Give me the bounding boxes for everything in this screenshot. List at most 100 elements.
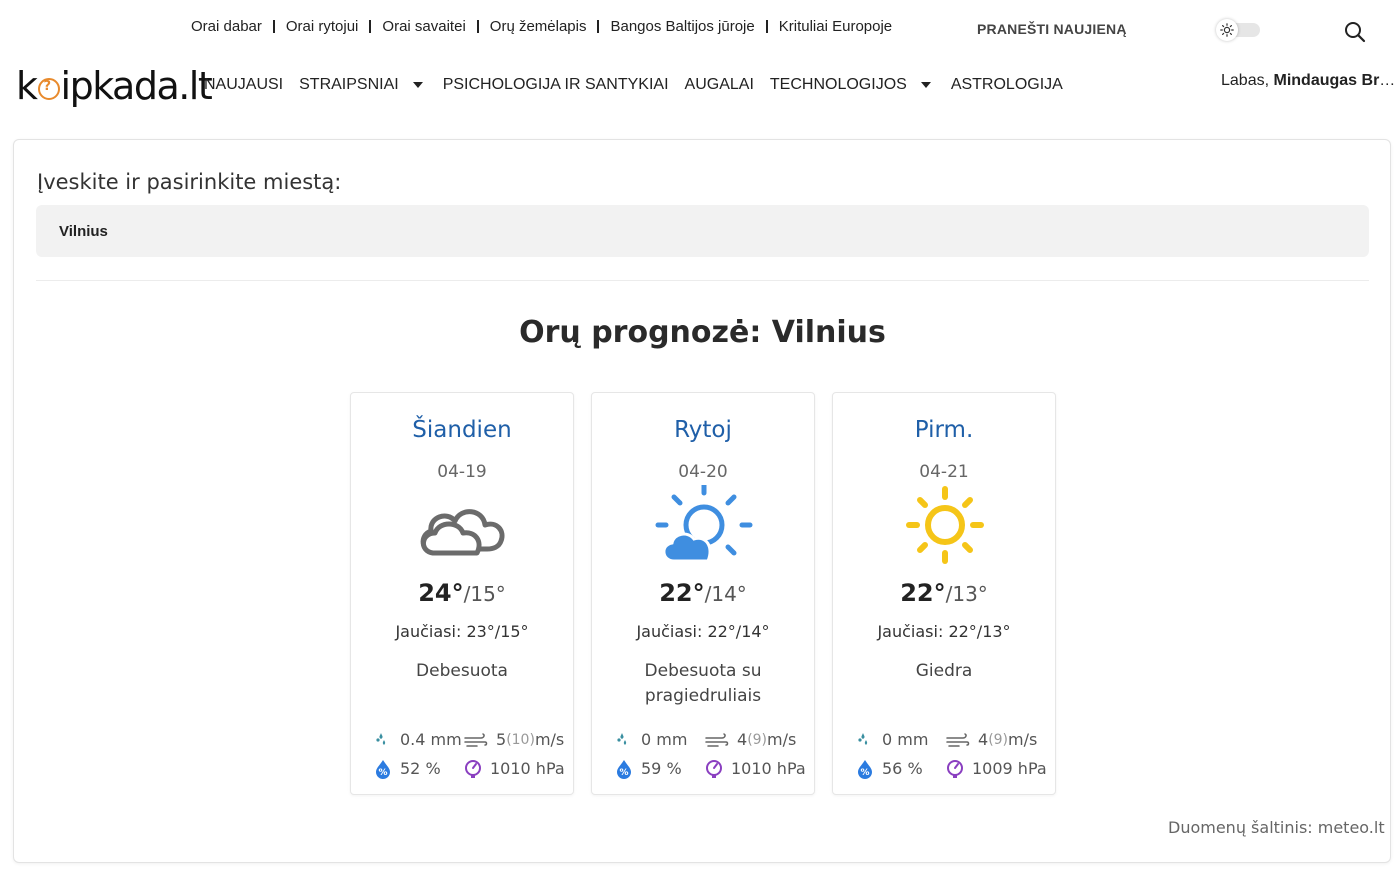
card-day: Rytoj: [674, 417, 732, 443]
nav-item-astrologija[interactable]: ASTROLOGIJA: [951, 76, 1063, 94]
feels-low: /14°: [735, 622, 770, 641]
site-logo[interactable]: k ipkada.lt: [16, 64, 213, 108]
temp-high: 22°: [900, 579, 946, 607]
feels-label: Jaučiasi:: [395, 622, 462, 641]
wind-gust: (9): [988, 731, 1009, 748]
card-stats: 0 mm 4 (9) m/s % 59 % 1010 hPa: [614, 725, 812, 783]
wind-icon: [704, 730, 730, 750]
greeting-prefix: Labas,: [1221, 72, 1270, 89]
nav-item-augalai[interactable]: AUGALAI: [685, 76, 754, 94]
humidity-value: 56 %: [882, 759, 923, 778]
feels-low: /13°: [976, 622, 1011, 641]
wind-unit: m/s: [1008, 730, 1038, 749]
nav-label: STRAIPSNIAI: [299, 76, 399, 93]
card-date: 04-20: [678, 462, 728, 482]
precipitation-icon: [855, 730, 875, 750]
feels-high: 22°: [707, 622, 736, 641]
top-link-orai-rytojui[interactable]: Orai rytojui: [286, 18, 359, 35]
top-link-krituliai[interactable]: Krituliai Europoje: [779, 18, 892, 35]
separator: [369, 20, 372, 33]
pressure-value: 1009 hPa: [972, 759, 1047, 778]
forecast-card-tomorrow: Rytoj 04-20 22°/14° Jaučiasi: 22°/14° De…: [591, 392, 815, 795]
humidity-icon: %: [855, 759, 875, 779]
wind-gust: (10): [506, 731, 535, 748]
feels-like: Jaučiasi: 22°/13°: [833, 622, 1055, 641]
nav-item-psichologija[interactable]: PSICHOLOGIJA IR SANTYKIAI: [443, 76, 669, 94]
forecast-card-today: Šiandien 04-19 24°/15° Jaučiasi: 23°/15°…: [350, 392, 574, 795]
pressure-value: 1010 hPa: [490, 759, 565, 778]
temp-high: 24°: [418, 579, 464, 607]
logo-text-end: ipkada.lt: [60, 64, 213, 108]
separator: [476, 20, 479, 33]
data-source: Duomenų šaltinis: meteo.lt: [1168, 818, 1385, 837]
feels-high: 23°: [466, 622, 495, 641]
temp-low: /15°: [463, 582, 506, 606]
temp-low: /13°: [945, 582, 988, 606]
card-condition: Debesuota: [416, 661, 508, 681]
humidity-value: 52 %: [400, 759, 441, 778]
card-temps: 24°/15°: [351, 579, 573, 607]
nav-label: ASTROLOGIJA: [950, 76, 1063, 93]
user-name: Mindaugas Bru...: [1273, 72, 1400, 89]
precip-value: 0 mm: [641, 730, 688, 749]
nav-item-naujausi[interactable]: NAUJAUSI: [204, 76, 283, 94]
top-links: Orai dabar Orai rytojui Orai savaitei Or…: [191, 18, 892, 35]
top-link-oru-zemelapis[interactable]: Orų žemėlapis: [490, 18, 587, 35]
forecast-card-monday: Pirm. 04-21 22°/13° Jaučiasi: 22°/13° Gi…: [832, 392, 1056, 795]
humidity-icon: %: [373, 759, 393, 779]
top-link-orai-dabar[interactable]: Orai dabar: [191, 18, 262, 35]
logo-mark-icon: [37, 78, 60, 100]
nav-label: PSICHOLOGIJA IR SANTYKIAI: [442, 76, 669, 93]
partly-sunny-icon: [654, 482, 754, 569]
wind-icon: [945, 730, 971, 750]
separator: [272, 20, 275, 33]
humidity-icon: %: [614, 759, 634, 779]
wind-gust: (9): [747, 731, 768, 748]
caret-down-icon: [920, 82, 931, 88]
top-link-orai-savaitei[interactable]: Orai savaitei: [382, 18, 465, 35]
divider: [36, 280, 1369, 281]
precip-value: 0.4 mm: [400, 730, 462, 749]
sun-icon: [895, 485, 995, 569]
card-condition: Giedra: [915, 661, 973, 681]
wind-icon: [463, 730, 489, 750]
search-icon[interactable]: [1343, 20, 1367, 44]
city-input[interactable]: [36, 205, 1369, 257]
nav-item-straipsniai[interactable]: STRAIPSNIAI: [299, 76, 427, 94]
feels-high: 22°: [948, 622, 977, 641]
card-stats: 0.4 mm 5 (10) m/s % 52 % 1010 hPa: [373, 725, 571, 783]
pressure-value: 1010 hPa: [731, 759, 806, 778]
pressure-icon: [463, 759, 483, 779]
feels-low: /15°: [494, 622, 529, 641]
wind-unit: m/s: [767, 730, 797, 749]
user-greeting[interactable]: Labas, Mindaugas Bru...: [1221, 72, 1400, 90]
sun-icon: [1216, 19, 1238, 41]
humidity-value: 59 %: [641, 759, 682, 778]
separator: [597, 20, 600, 33]
feels-label: Jaučiasi:: [877, 622, 944, 641]
card-temps: 22°/13°: [833, 579, 1055, 607]
logo-text-start: k: [16, 64, 38, 108]
wind-speed: 4: [737, 730, 748, 749]
wind-speed: 5: [496, 730, 507, 749]
separator: [765, 20, 768, 33]
feels-like: Jaučiasi: 23°/15°: [351, 622, 573, 641]
top-link-bangos[interactable]: Bangos Baltijos jūroje: [610, 18, 754, 35]
nav-label: AUGALAI: [684, 76, 754, 93]
report-news-link[interactable]: PRANEŠTI NAUJIENĄ: [977, 21, 1127, 37]
card-day: Pirm.: [914, 417, 974, 443]
nav-item-technologijos[interactable]: TECHNOLOGIJOS: [770, 76, 935, 94]
pressure-icon: [945, 759, 965, 779]
main-nav: NAUJAUSI STRAIPSNIAI PSICHOLOGIJA IR SAN…: [204, 76, 1079, 94]
precipitation-icon: [373, 730, 393, 750]
wind-speed: 4: [978, 730, 989, 749]
forecast-title: Orų prognozė: Vilnius: [519, 315, 886, 350]
temp-low: /14°: [704, 582, 747, 606]
card-day: Šiandien: [412, 417, 512, 443]
city-label: Įveskite ir pasirinkite miestą:: [37, 170, 342, 194]
feels-like: Jaučiasi: 22°/14°: [592, 622, 814, 641]
card-date: 04-19: [437, 462, 487, 482]
svg-text:%: %: [860, 768, 869, 778]
precip-value: 0 mm: [882, 730, 929, 749]
theme-toggle[interactable]: [1214, 19, 1262, 41]
